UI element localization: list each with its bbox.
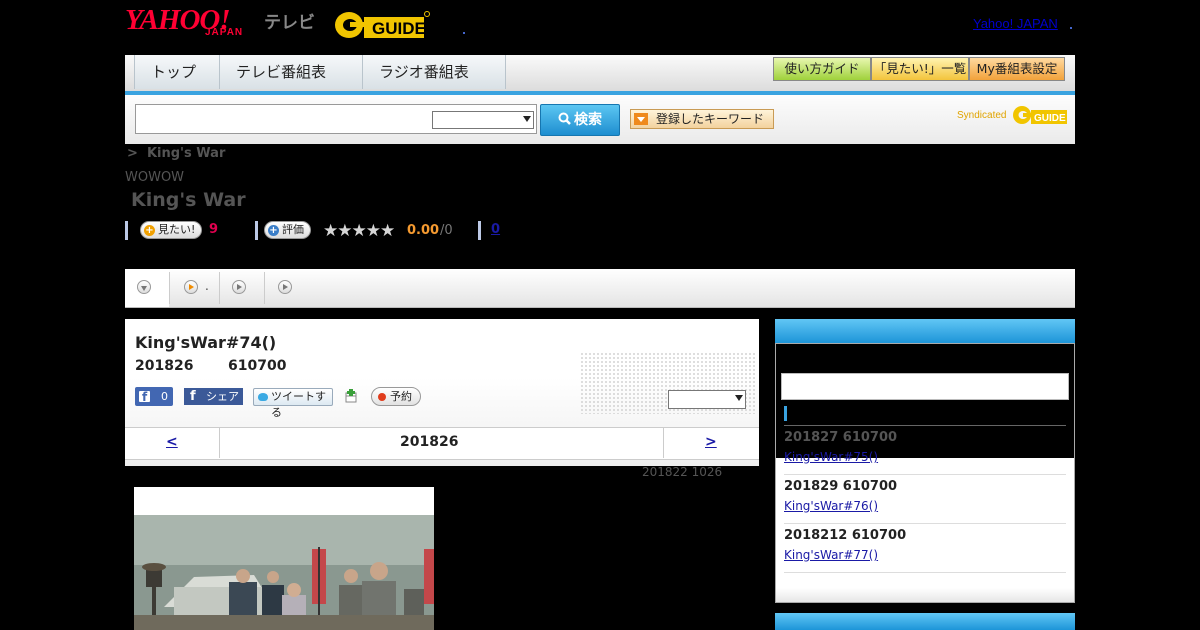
episode-photo bbox=[134, 487, 434, 630]
sidebar-item-date: 201827 610700 bbox=[784, 430, 898, 445]
subtab-4[interactable] bbox=[265, 269, 309, 307]
want-to-watch-button[interactable]: + 見たい! bbox=[140, 221, 203, 239]
sidebar-item-link[interactable]: King'sWar#77() bbox=[784, 548, 924, 562]
subtab-active[interactable] bbox=[125, 269, 169, 307]
sidebar-item-date: 201829 610700 bbox=[784, 479, 898, 494]
sidebar-input[interactable] bbox=[781, 373, 1069, 400]
current-date: 201826 bbox=[400, 434, 459, 450]
search-icon bbox=[558, 112, 571, 125]
rate-button[interactable]: + 評価 bbox=[264, 221, 311, 239]
star-rating-icon: ★★★★★ bbox=[323, 221, 395, 241]
facebook-share-label: シェア bbox=[206, 390, 239, 403]
record-icon bbox=[378, 393, 386, 401]
registered-keywords-button[interactable]: 登録したキーワード bbox=[630, 109, 774, 129]
facebook-like-count: 0 bbox=[161, 390, 168, 403]
rating-score: 0.00 bbox=[407, 223, 440, 238]
my-listings-settings-button[interactable]: My番組表設定 bbox=[969, 57, 1065, 81]
tweet-label: ツイートする bbox=[271, 390, 326, 419]
dropdown-arrow-icon bbox=[634, 113, 648, 125]
plus-icon: + bbox=[268, 224, 279, 236]
divider bbox=[255, 221, 258, 240]
facebook-share-button[interactable]: f シェア bbox=[184, 388, 243, 405]
plus-icon: + bbox=[144, 224, 155, 236]
divider bbox=[784, 425, 1066, 426]
facebook-like-button[interactable]: 0 bbox=[135, 387, 173, 407]
divider bbox=[663, 428, 664, 458]
gguide-syndicated-logo: GUIDE bbox=[1013, 106, 1067, 124]
reserve-label: 予約 bbox=[390, 390, 412, 403]
sidebar-header-2 bbox=[775, 613, 1075, 630]
subtab-3[interactable] bbox=[220, 269, 264, 307]
subtab-2[interactable]: . bbox=[170, 269, 219, 307]
registered-keywords-label: 登録したキーワード bbox=[656, 112, 765, 126]
expand-down-icon bbox=[137, 280, 151, 294]
twitter-bird-icon bbox=[258, 393, 268, 401]
play-orange-icon bbox=[184, 280, 198, 294]
facebook-icon: f bbox=[190, 389, 196, 404]
want-to-watch-list-button[interactable]: 「見たい!」一覧 bbox=[871, 57, 969, 81]
sidebar-item-date: 2018212 610700 bbox=[784, 528, 907, 543]
decorative-dot bbox=[1070, 27, 1072, 29]
play-icon bbox=[278, 280, 292, 294]
svg-text:GUIDE: GUIDE bbox=[372, 19, 426, 38]
updated-timestamp: 201822 1026 bbox=[642, 465, 723, 479]
divider bbox=[219, 428, 220, 458]
svg-text:GUIDE: GUIDE bbox=[1034, 113, 1066, 124]
usage-guide-button[interactable]: 使い方ガイド bbox=[773, 57, 871, 81]
station-name: WOWOW bbox=[125, 170, 185, 185]
decorative-dot bbox=[463, 32, 465, 34]
search-category-select[interactable] bbox=[432, 111, 534, 129]
global-nav-tabs: トップ テレビ番組表 ラジオ番組表 bbox=[134, 55, 506, 89]
breadcrumb-separator: > bbox=[127, 146, 138, 161]
rate-label: 評価 bbox=[282, 223, 304, 236]
sidebar-item-link[interactable]: King'sWar#75() bbox=[784, 450, 924, 464]
rating-count: /0 bbox=[440, 223, 453, 238]
section-accent-bar bbox=[784, 406, 787, 421]
want-to-watch-count: 9 bbox=[209, 222, 219, 237]
divider bbox=[784, 523, 1066, 524]
gguide-logo: GUIDE bbox=[335, 11, 430, 38]
chevron-down-icon bbox=[735, 395, 743, 401]
sidebar-footer bbox=[776, 588, 1074, 602]
divider bbox=[784, 572, 1066, 573]
add-calendar-icon[interactable] bbox=[344, 389, 358, 403]
next-date-link[interactable]: > bbox=[705, 434, 717, 450]
subtab-2-label: . bbox=[205, 279, 209, 293]
yahoo-japan-logo-sub: JAPAN bbox=[205, 27, 244, 38]
nav-tab-radio-listings[interactable]: ラジオ番組表 bbox=[363, 55, 506, 89]
syndicated-label: Syndicated bbox=[957, 110, 1007, 121]
want-to-watch-label: 見たい! bbox=[158, 223, 196, 236]
episode-select[interactable] bbox=[668, 390, 746, 409]
divider bbox=[784, 474, 1066, 475]
nav-tab-tv-listings[interactable]: テレビ番組表 bbox=[220, 55, 363, 89]
divider bbox=[478, 221, 481, 240]
breadcrumb-current: King's War bbox=[146, 146, 226, 161]
program-title: King's War bbox=[131, 189, 246, 211]
sidebar-header bbox=[775, 319, 1075, 343]
yahoo-japan-link[interactable]: Yahoo! JAPAN bbox=[973, 16, 1058, 31]
search-button-label: 検索 bbox=[574, 112, 602, 128]
reserve-button[interactable]: 予約 bbox=[371, 387, 421, 406]
sidebar-item-link[interactable]: King'sWar#76() bbox=[784, 499, 924, 513]
episode-time: 610700 bbox=[228, 358, 287, 374]
tweet-button[interactable]: ツイートする bbox=[253, 388, 333, 419]
episode-title: King'sWar#74() bbox=[135, 333, 277, 352]
facebook-icon bbox=[139, 388, 150, 407]
episode-date: 201826 bbox=[135, 358, 194, 374]
chevron-down-icon bbox=[523, 116, 531, 122]
breadcrumb: > King's War bbox=[127, 146, 225, 161]
nav-tab-top[interactable]: トップ bbox=[135, 55, 220, 89]
divider bbox=[125, 221, 128, 240]
review-count-link[interactable]: 0 bbox=[491, 222, 500, 237]
play-icon bbox=[232, 280, 246, 294]
prev-date-link[interactable]: < bbox=[166, 434, 178, 450]
search-button[interactable]: 検索 bbox=[540, 104, 620, 136]
yahoo-tv-label: テレビ bbox=[264, 13, 315, 33]
